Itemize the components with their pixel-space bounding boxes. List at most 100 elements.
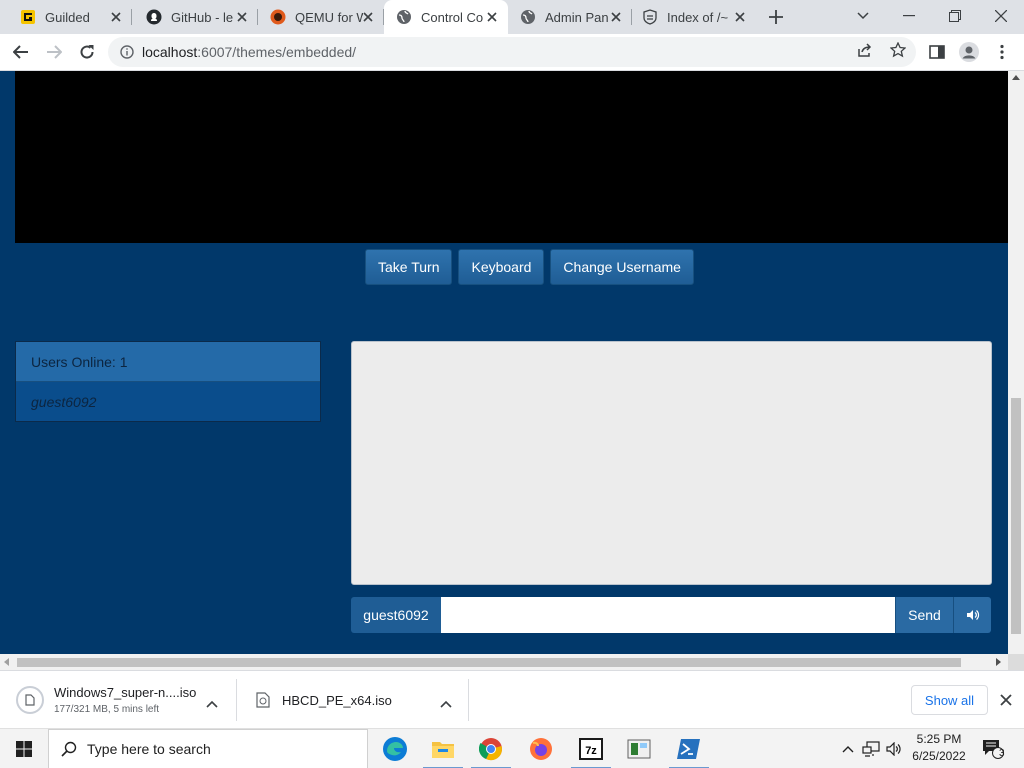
- github-icon: [146, 9, 162, 25]
- start-button[interactable]: [0, 729, 48, 768]
- taskbar-search-box[interactable]: Type here to search: [48, 729, 368, 768]
- tab-admin-panel[interactable]: Admin Pan: [508, 0, 632, 34]
- new-tab-button[interactable]: [764, 5, 788, 29]
- close-icon: [995, 10, 1007, 22]
- keyboard-button[interactable]: Keyboard: [458, 249, 545, 285]
- take-turn-button[interactable]: Take Turn: [365, 249, 453, 285]
- tab-qemu[interactable]: QEMU for W: [258, 0, 384, 34]
- folder-icon: [642, 9, 658, 25]
- tab-search-button[interactable]: [840, 0, 886, 32]
- plus-icon: [769, 10, 783, 24]
- close-icon[interactable]: [108, 9, 124, 25]
- chrome-app-button[interactable]: [467, 729, 515, 768]
- download-separator: [236, 679, 237, 721]
- close-icon[interactable]: [608, 9, 624, 25]
- share-icon: [858, 43, 872, 57]
- info-icon: [120, 45, 134, 59]
- vertical-scroll-thumb[interactable]: [1011, 398, 1021, 634]
- chevron-up-icon: [842, 746, 854, 753]
- close-icon[interactable]: [732, 9, 748, 25]
- arrow-right-icon: [47, 45, 62, 59]
- tab-github[interactable]: GitHub - le: [132, 0, 258, 34]
- close-icon[interactable]: [234, 9, 250, 25]
- minimize-icon: [903, 15, 915, 17]
- tab-title: Admin Pan: [545, 9, 609, 25]
- side-panel-button[interactable]: [923, 38, 951, 66]
- scroll-right-arrow-icon[interactable]: [996, 658, 1001, 666]
- back-button[interactable]: [7, 38, 35, 66]
- chat-volume-button[interactable]: [953, 597, 991, 633]
- avatar-icon: [959, 42, 979, 62]
- network-icon: [862, 741, 880, 757]
- scroll-left-arrow-icon[interactable]: [4, 658, 9, 666]
- browser-toolbar: localhost:6007/themes/embedded/: [0, 34, 1024, 71]
- windows-taskbar: Type here to search 7z 5:25 PM 6/25/2022…: [0, 728, 1024, 768]
- chat-username-label: guest6092: [351, 597, 441, 633]
- firefox-app-button[interactable]: [517, 729, 565, 768]
- profile-button[interactable]: [955, 38, 983, 66]
- tab-title: Control Co: [421, 9, 484, 25]
- chevron-up-icon[interactable]: [440, 695, 452, 713]
- edge-app-button[interactable]: [371, 729, 419, 768]
- tab-title: QEMU for W: [295, 9, 363, 25]
- globe-icon: [520, 9, 536, 25]
- horizontal-scrollbar[interactable]: [0, 654, 1008, 670]
- tab-strip: Guilded GitHub - le QEMU for W Control C…: [0, 0, 1024, 34]
- close-window-button[interactable]: [978, 0, 1024, 32]
- scroll-up-arrow-icon[interactable]: [1012, 75, 1020, 80]
- minimize-button[interactable]: [886, 0, 932, 32]
- chevron-up-icon[interactable]: [206, 695, 218, 713]
- reload-button[interactable]: [73, 38, 101, 66]
- clock-date: 6/25/2022: [912, 749, 966, 763]
- star-icon: [890, 42, 906, 58]
- clock-time: 5:25 PM: [916, 732, 962, 746]
- show-hidden-icons-button[interactable]: [838, 729, 858, 768]
- close-icon[interactable]: [484, 9, 500, 25]
- change-username-button[interactable]: Change Username: [550, 249, 694, 285]
- kebab-menu-icon: [1000, 44, 1004, 60]
- 7zip-app-button[interactable]: 7z: [567, 729, 615, 768]
- chat-send-button[interactable]: Send: [895, 597, 953, 633]
- volume-button[interactable]: [884, 729, 904, 768]
- download-status: 177/321 MB, 5 mins left: [54, 704, 160, 715]
- user-list-item[interactable]: guest6092: [16, 382, 320, 421]
- file-explorer-app-button[interactable]: [419, 729, 467, 768]
- 7zip-icon: 7z: [579, 738, 603, 760]
- notification-count: 3: [999, 748, 1005, 759]
- menu-button[interactable]: [988, 38, 1016, 66]
- hyperv-app-button[interactable]: [615, 729, 663, 768]
- vertical-scrollbar[interactable]: [1008, 71, 1024, 654]
- show-all-downloads-button[interactable]: Show all: [911, 685, 988, 715]
- tab-guilded[interactable]: Guilded: [0, 0, 132, 34]
- horizontal-scroll-thumb[interactable]: [17, 658, 961, 667]
- taskbar-clock[interactable]: 5:25 PM 6/25/2022: [906, 731, 972, 767]
- close-downloads-button[interactable]: [996, 690, 1016, 710]
- scrollbar-corner: [1008, 654, 1024, 670]
- arrow-left-icon: [13, 45, 28, 59]
- tab-index-of[interactable]: Index of /~: [632, 0, 756, 34]
- share-button[interactable]: [854, 39, 876, 61]
- url-host: localhost: [142, 44, 198, 60]
- bookmark-button[interactable]: [887, 39, 909, 61]
- restore-button[interactable]: [932, 0, 978, 32]
- vm-display[interactable]: [15, 71, 1008, 243]
- notifications-button[interactable]: 3: [978, 729, 1008, 768]
- chat-input-row: guest6092 Send: [351, 597, 991, 633]
- firefox-icon: [530, 738, 552, 760]
- close-icon[interactable]: [360, 9, 376, 25]
- side-panel-icon: [929, 45, 945, 59]
- powershell-app-button[interactable]: [665, 729, 713, 768]
- url-path: :6007/themes/embedded/: [197, 44, 357, 60]
- chat-message-input[interactable]: [441, 597, 895, 633]
- network-button[interactable]: [860, 729, 882, 768]
- address-bar[interactable]: localhost:6007/themes/embedded/: [108, 37, 916, 67]
- chat-log: [351, 341, 992, 585]
- download-item[interactable]: Windows7_super-n....iso 177/321 MB, 5 mi…: [16, 671, 236, 729]
- forward-button[interactable]: [40, 38, 68, 66]
- edge-icon: [383, 737, 407, 761]
- download-item[interactable]: HBCD_PE_x64.iso: [254, 671, 468, 729]
- page-viewport: Take Turn Keyboard Change Username Users…: [0, 71, 1008, 654]
- tab-control-collab[interactable]: Control Co: [384, 0, 508, 34]
- volume-icon: [966, 610, 979, 620]
- users-online-panel: Users Online: 1 guest6092: [15, 341, 321, 422]
